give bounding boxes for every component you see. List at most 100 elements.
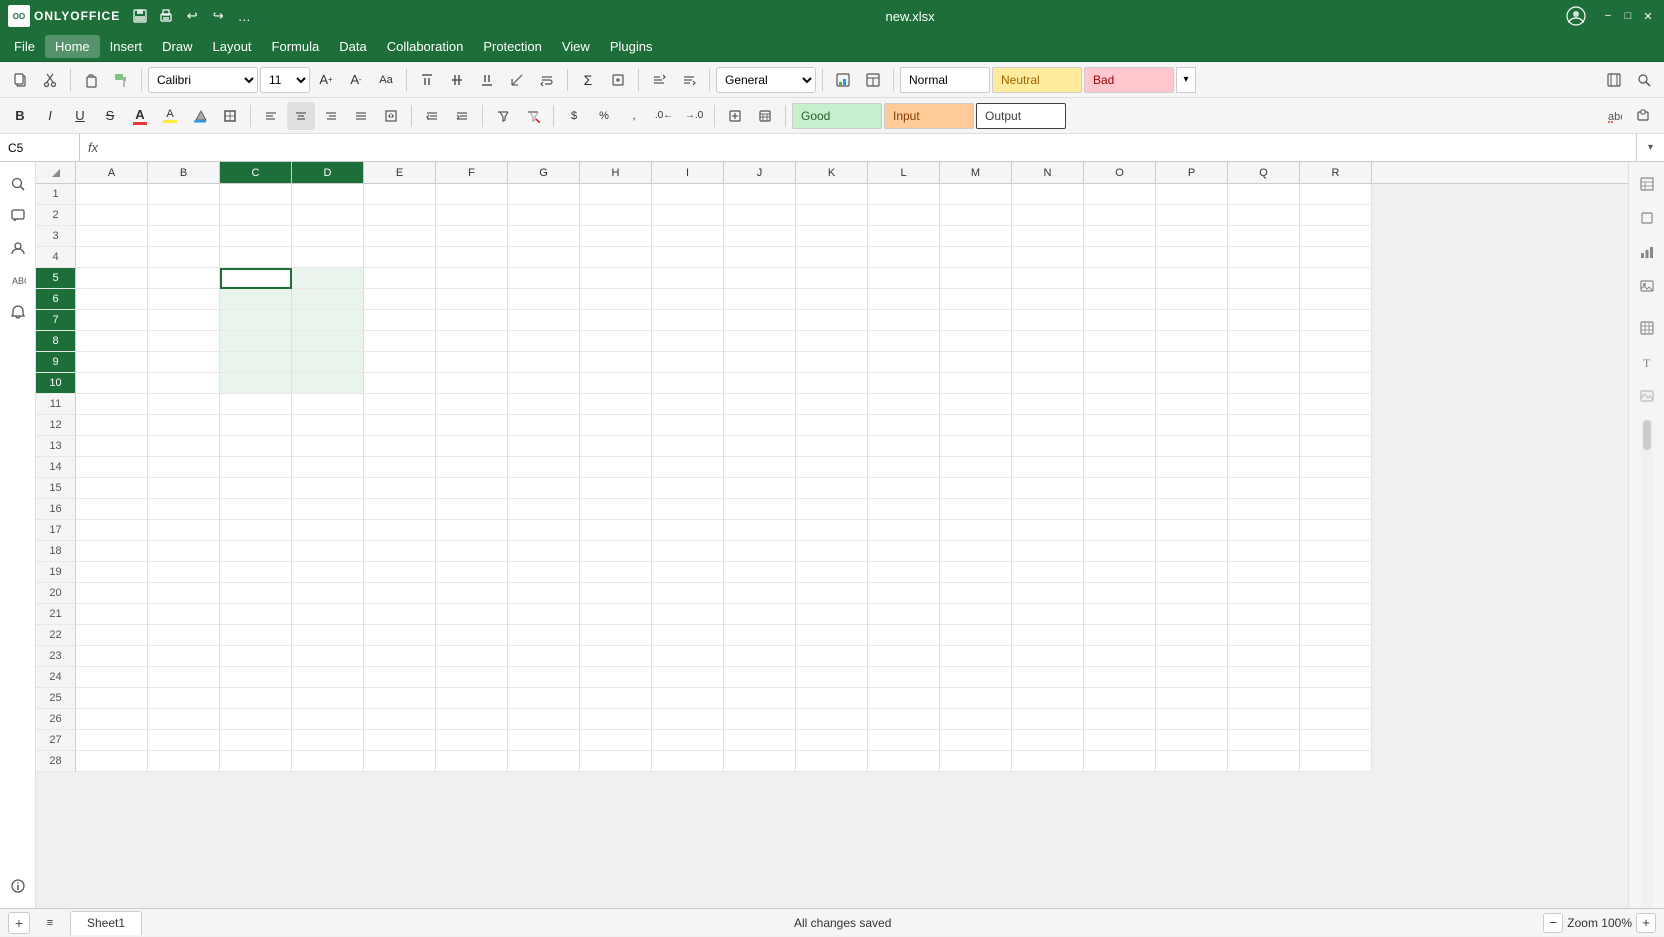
align-top-button[interactable] [413,66,441,94]
cell-C4[interactable] [220,247,292,268]
cell-C7[interactable] [220,310,292,331]
row-header-23[interactable]: 23 [36,646,76,667]
cell-L23[interactable] [868,646,940,667]
right-icon-image2[interactable] [1633,382,1661,410]
cell-L6[interactable] [868,289,940,310]
font-size-decrease-button[interactable]: A- [342,66,370,94]
cell-L24[interactable] [868,667,940,688]
cell-N4[interactable] [1012,247,1084,268]
cell-M3[interactable] [940,226,1012,247]
row-header-18[interactable]: 18 [36,541,76,562]
cell-B23[interactable] [148,646,220,667]
cell-M9[interactable] [940,352,1012,373]
cell-A5[interactable] [76,268,148,289]
minimize-button[interactable]: − [1600,8,1616,24]
cell-I22[interactable] [652,625,724,646]
cell-A19[interactable] [76,562,148,583]
insert-cells-button[interactable] [721,102,749,130]
cell-G28[interactable] [508,751,580,772]
cell-E17[interactable] [364,520,436,541]
paste-button[interactable] [77,66,105,94]
cell-K21[interactable] [796,604,868,625]
named-ranges-button[interactable] [1600,66,1628,94]
cell-L4[interactable] [868,247,940,268]
cell-D18[interactable] [292,541,364,562]
cell-reference-input[interactable]: C5 [8,141,71,155]
cell-Q1[interactable] [1228,184,1300,205]
cell-O8[interactable] [1084,331,1156,352]
cell-M4[interactable] [940,247,1012,268]
cell-E14[interactable] [364,457,436,478]
cell-R19[interactable] [1300,562,1372,583]
conditional-format-button[interactable] [829,66,857,94]
cell-D26[interactable] [292,709,364,730]
cell-K18[interactable] [796,541,868,562]
cell-N9[interactable] [1012,352,1084,373]
cell-A21[interactable] [76,604,148,625]
cell-H2[interactable] [580,205,652,226]
increase-indent-button[interactable] [448,102,476,130]
cell-M19[interactable] [940,562,1012,583]
cell-Q5[interactable] [1228,268,1300,289]
cell-C22[interactable] [220,625,292,646]
cell-A3[interactable] [76,226,148,247]
cell-M17[interactable] [940,520,1012,541]
cell-D11[interactable] [292,394,364,415]
row-header-2[interactable]: 2 [36,205,76,226]
number-format-select[interactable]: GeneralNumberCurrencyDate [716,67,816,93]
cell-Q17[interactable] [1228,520,1300,541]
cell-O13[interactable] [1084,436,1156,457]
row-header-13[interactable]: 13 [36,436,76,457]
cell-R28[interactable] [1300,751,1372,772]
cell-I6[interactable] [652,289,724,310]
cell-O12[interactable] [1084,415,1156,436]
cell-F9[interactable] [436,352,508,373]
cell-P18[interactable] [1156,541,1228,562]
col-header-F[interactable]: F [436,162,508,183]
cell-D6[interactable] [292,289,364,310]
cell-R24[interactable] [1300,667,1372,688]
cell-D1[interactable] [292,184,364,205]
cell-Q18[interactable] [1228,541,1300,562]
row-header-26[interactable]: 26 [36,709,76,730]
cell-E20[interactable] [364,583,436,604]
cell-I19[interactable] [652,562,724,583]
cell-K12[interactable] [796,415,868,436]
cell-D19[interactable] [292,562,364,583]
cell-F17[interactable] [436,520,508,541]
cell-F19[interactable] [436,562,508,583]
cell-L3[interactable] [868,226,940,247]
cell-O25[interactable] [1084,688,1156,709]
cell-B8[interactable] [148,331,220,352]
align-center-button[interactable] [287,102,315,130]
borders-button[interactable] [216,102,244,130]
cut-button[interactable] [36,66,64,94]
cell-H7[interactable] [580,310,652,331]
cell-M25[interactable] [940,688,1012,709]
cell-R9[interactable] [1300,352,1372,373]
cell-R20[interactable] [1300,583,1372,604]
cell-N21[interactable] [1012,604,1084,625]
col-header-Q[interactable]: Q [1228,162,1300,183]
cell-F5[interactable] [436,268,508,289]
cell-O10[interactable] [1084,373,1156,394]
cell-Q20[interactable] [1228,583,1300,604]
cell-I28[interactable] [652,751,724,772]
cell-K1[interactable] [796,184,868,205]
cell-I25[interactable] [652,688,724,709]
row-header-15[interactable]: 15 [36,478,76,499]
col-header-A[interactable]: A [76,162,148,183]
cell-R26[interactable] [1300,709,1372,730]
cell-C24[interactable] [220,667,292,688]
cell-O6[interactable] [1084,289,1156,310]
cell-H26[interactable] [580,709,652,730]
cell-L2[interactable] [868,205,940,226]
cell-C17[interactable] [220,520,292,541]
cell-G25[interactable] [508,688,580,709]
style-bad-badge[interactable]: Bad [1084,67,1174,93]
strikethrough-button[interactable]: S [96,102,124,130]
right-icon-image[interactable] [1633,272,1661,300]
cell-Q14[interactable] [1228,457,1300,478]
cell-K4[interactable] [796,247,868,268]
cell-H9[interactable] [580,352,652,373]
